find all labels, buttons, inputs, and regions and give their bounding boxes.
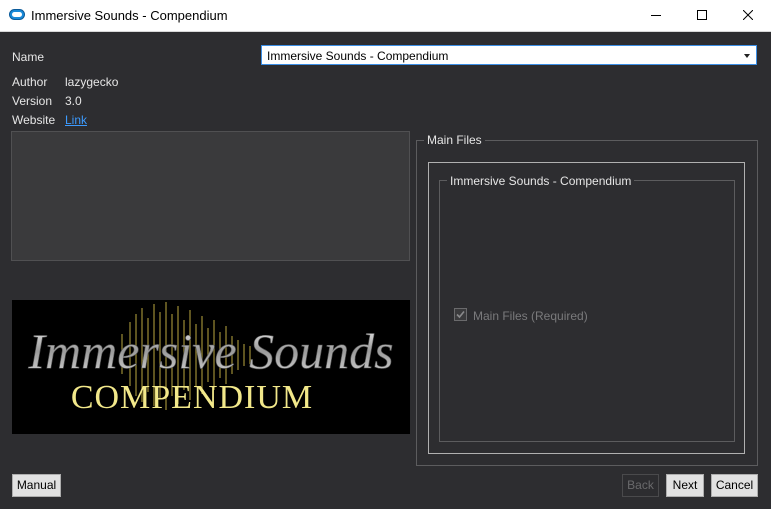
main-files-group-title: Main Files	[424, 133, 485, 147]
app-icon	[9, 9, 25, 20]
minimize-button[interactable]	[633, 0, 679, 31]
author-value: lazygecko	[65, 75, 119, 89]
back-button[interactable]: Back	[622, 474, 659, 497]
minimize-icon	[651, 15, 661, 16]
maximize-button[interactable]	[679, 0, 725, 31]
maximize-icon	[697, 10, 707, 20]
close-button[interactable]	[725, 0, 771, 31]
version-value: 3.0	[65, 94, 82, 108]
close-icon	[743, 10, 753, 20]
cancel-button[interactable]: Cancel	[711, 474, 758, 497]
version-label: Version	[12, 94, 53, 108]
website-label: Website	[12, 113, 56, 127]
plugin-group-title: Immersive Sounds - Compendium	[447, 174, 635, 188]
author-label: Author	[12, 75, 48, 89]
checkbox-box	[454, 308, 467, 321]
main-files-checkbox-label: Main Files (Required)	[473, 309, 588, 323]
checkmark-icon	[456, 310, 465, 319]
chevron-down-icon	[744, 54, 750, 58]
name-dropdown[interactable]: Immersive Sounds - Compendium	[261, 45, 757, 65]
banner-subtitle-text: COMPENDIUM	[71, 379, 313, 416]
description-box	[11, 131, 410, 261]
banner-artwork: Immersive Sounds COMPENDIUM	[27, 302, 394, 416]
mod-banner-image: Immersive Sounds COMPENDIUM	[12, 300, 410, 434]
title-bar: Immersive Sounds - Compendium	[0, 0, 771, 32]
name-dropdown-value: Immersive Sounds - Compendium	[267, 49, 449, 63]
manual-button[interactable]: Manual	[12, 474, 61, 497]
name-label: Name	[12, 50, 45, 64]
website-link[interactable]: Link	[65, 113, 87, 127]
banner-title-text: Immersive Sounds	[27, 323, 393, 379]
window-title: Immersive Sounds - Compendium	[31, 8, 228, 23]
next-button[interactable]: Next	[666, 474, 704, 497]
